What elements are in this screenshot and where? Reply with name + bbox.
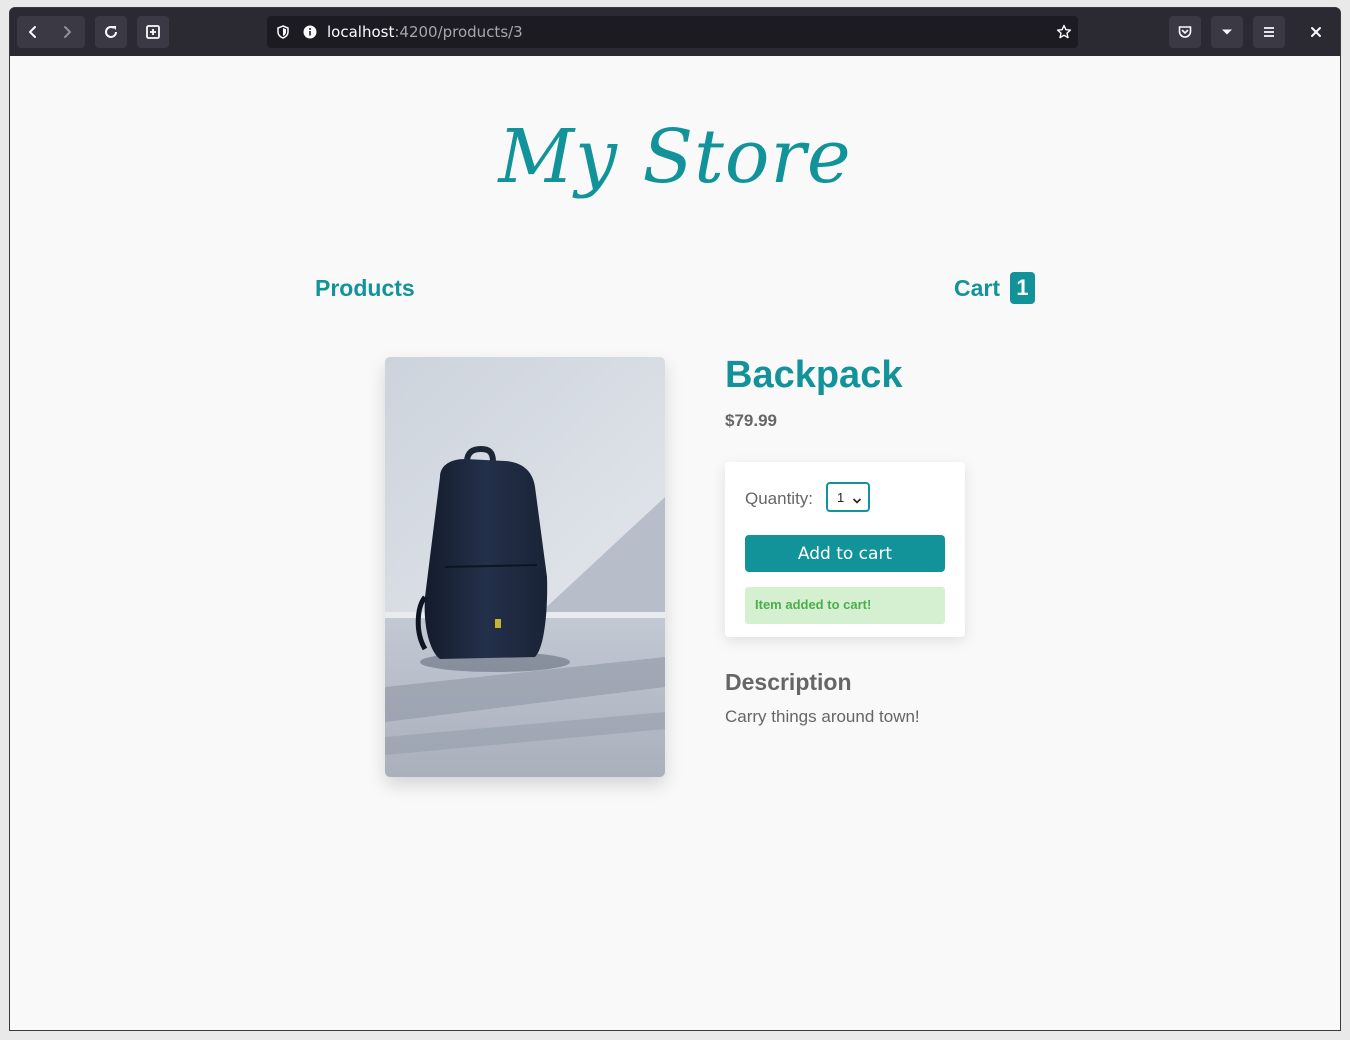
new-tab-icon	[145, 24, 161, 40]
back-icon[interactable]	[25, 24, 41, 40]
add-to-cart-card: Quantity: 1 Add to cart Item added to ca…	[725, 462, 965, 637]
forward-icon[interactable]	[59, 24, 75, 40]
info-icon[interactable]	[302, 24, 318, 44]
pocket-icon	[1177, 24, 1193, 40]
reload-button[interactable]	[95, 16, 127, 48]
product-price: $79.99	[725, 411, 777, 430]
pocket-button[interactable]	[1169, 16, 1201, 48]
chevron-down-icon	[852, 493, 862, 508]
browser-toolbar: localhost:4200/products/3	[10, 8, 1340, 56]
history-nav-group	[17, 16, 85, 48]
description-heading: Description	[725, 669, 852, 695]
url-bar[interactable]: localhost:4200/products/3	[267, 16, 1078, 48]
url-host: localhost	[327, 23, 395, 41]
product-title: Backpack	[725, 354, 903, 396]
hamburger-menu-icon	[1261, 24, 1277, 40]
cart-count-badge: 1	[1010, 272, 1036, 304]
backpack-photo	[385, 357, 665, 777]
product-image	[385, 357, 665, 777]
browser-window: localhost:4200/products/3 My Store Produ…	[9, 7, 1341, 1031]
nav-cart-label: Cart	[954, 274, 1001, 301]
bookmark-star-icon[interactable]	[1056, 24, 1072, 44]
new-tab-button[interactable]	[137, 16, 169, 48]
quantity-select[interactable]: 1	[826, 482, 870, 512]
close-icon	[1310, 23, 1322, 42]
quantity-value: 1	[837, 490, 845, 505]
url-text[interactable]: localhost:4200/products/3	[327, 23, 523, 41]
item-added-alert: Item added to cart!	[745, 587, 945, 624]
url-path: :4200/products/3	[394, 23, 523, 41]
quantity-label: Quantity:	[745, 489, 814, 508]
description-text: Carry things around town!	[725, 707, 920, 726]
chevron-down-icon	[1219, 24, 1235, 40]
shield-icon[interactable]	[275, 24, 291, 44]
close-window-button[interactable]	[1300, 16, 1332, 48]
list-all-tabs-button[interactable]	[1211, 16, 1243, 48]
reload-icon	[103, 24, 119, 40]
page-content: My Store Products Cart 1 Backpack $79.99…	[10, 56, 1340, 1030]
nav-cart-link[interactable]: Cart 1	[954, 272, 1036, 304]
add-to-cart-button[interactable]: Add to cart	[745, 535, 945, 572]
nav-products-link[interactable]: Products	[315, 275, 415, 302]
store-logo: My Store	[498, 114, 852, 200]
menu-button[interactable]	[1253, 16, 1285, 48]
